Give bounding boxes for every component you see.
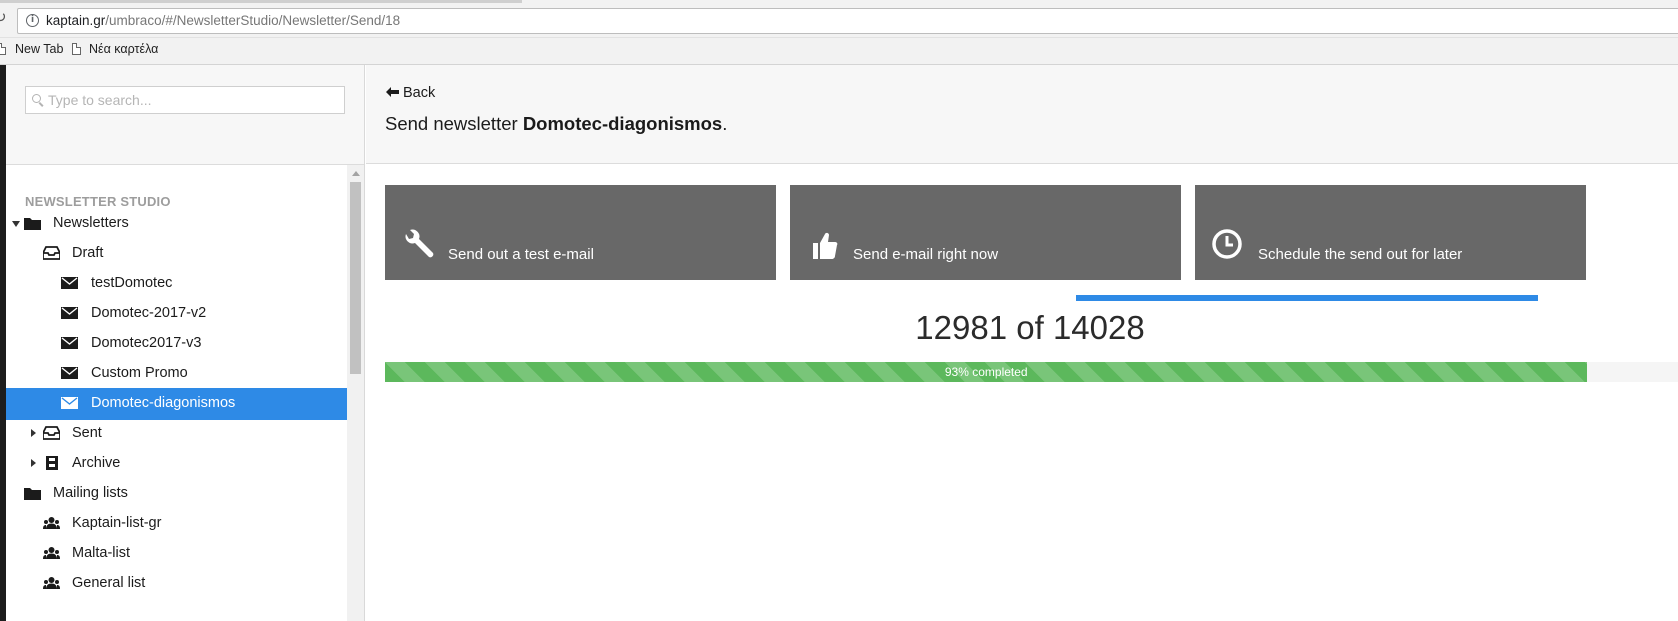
tree-item-domotec-diagonismos[interactable]: Domotec-diagonismos [6,388,347,420]
action-label: Schedule the send out for later [1258,246,1463,263]
of-word: of [1016,309,1044,346]
tree-item-domotec2017-v3[interactable]: Domotec2017-v3 [6,328,347,360]
info-icon[interactable]: i [26,14,39,27]
search-icon [32,94,41,103]
envelope-icon [61,337,78,349]
tree-item-label: Mailing lists [53,485,128,501]
tree-item-domotec-2017-v2[interactable]: Domotec-2017-v2 [6,298,347,330]
send-progress-bar: 93% completed [385,362,1678,382]
selected-action-indicator [1076,295,1538,301]
clock-icon [1212,229,1242,259]
tree-item-label: Malta-list [72,545,131,561]
tree-item-kaptain-list-gr[interactable]: Kaptain-list-gr [6,508,347,540]
thumbs-up-icon [813,232,838,259]
url-text[interactable]: kaptain.gr/umbraco/#/NewsletterStudio/Ne… [46,13,400,28]
envelope-icon [61,307,78,319]
url-path: /umbraco/#/NewsletterStudio/Newsletter/S… [105,13,401,28]
main-header: Back Send newsletter Domotec-diagonismos… [366,65,1678,164]
sent-count: 12981 [915,309,1008,346]
tree-item-mailing-lists[interactable]: Mailing lists [6,478,347,510]
tree-item-label: General list [72,575,146,591]
schedule-send-button[interactable]: Schedule the send out for later [1195,185,1586,280]
tree-item-draft[interactable]: Draft [6,238,347,270]
title-suffix: . [722,113,728,134]
send-email-now-button[interactable]: Send e-mail right now [790,185,1181,280]
envelope-icon [61,397,78,409]
tree-item-label: Domotec2017-v3 [91,335,202,351]
browser-tab-strip [0,0,522,3]
action-label: Send out a test e-mail [448,246,594,263]
users-icon [43,577,60,589]
search-input[interactable] [48,87,338,113]
tree-item-archive[interactable]: Archive [6,448,347,480]
tree-item-sent[interactable]: Sent [6,418,347,450]
address-bar[interactable]: i kaptain.gr/umbraco/#/NewsletterStudio/… [17,8,1678,34]
tree-item-label: Newsletters [53,215,129,231]
back-label: Back [403,85,436,101]
send-count: 12981 of 14028 [385,309,1675,347]
search-box[interactable] [25,86,345,114]
content-tree: NEWSLETTER STUDIO Newsletters Draft test… [6,165,347,621]
send-test-email-button[interactable]: Send out a test e-mail [385,185,776,280]
users-icon [43,547,60,559]
users-icon [43,517,60,529]
page-icon [72,43,81,55]
tree-item-testdomotec[interactable]: testDomotec [6,268,347,300]
scroll-up-arrow[interactable] [352,171,360,176]
inbox-icon [43,246,60,260]
folder-icon [24,488,41,500]
reload-icon[interactable]: ↻ [0,10,8,25]
caret-right-icon[interactable] [31,459,36,467]
tree-item-label: Domotec-2017-v2 [91,305,207,321]
tree-item-malta-list[interactable]: Malta-list [6,538,347,570]
back-link[interactable]: Back [386,85,435,101]
title-prefix: Send newsletter [385,113,523,134]
inbox-icon [43,426,60,440]
total-count: 14028 [1052,309,1145,346]
tree-item-label: Domotec-diagonismos [91,395,236,411]
tree-item-custom-promo[interactable]: Custom Promo [6,358,347,390]
bookmark-new-tab[interactable]: New Tab [15,42,63,56]
tree-item-label: Kaptain-list-gr [72,515,162,531]
tree-item-label: Custom Promo [91,365,188,381]
envelope-icon [61,367,78,379]
progress-fill: 93% completed [385,362,1588,382]
url-host: kaptain.gr [46,13,106,28]
bookmark-nea-kartela[interactable]: Νέα καρτέλα [89,42,158,56]
tree-item-label: testDomotec [91,275,173,291]
newsletter-name: Domotec-diagonismos [522,113,723,134]
back-arrow-icon [386,87,399,97]
tree-item-label: Archive [72,455,121,471]
action-label: Send e-mail right now [853,246,999,263]
envelope-icon [61,277,78,289]
caret-down-icon[interactable] [12,221,20,227]
tree-item-label: Sent [72,425,102,441]
folder-icon [24,218,41,230]
caret-right-icon[interactable] [31,429,36,437]
sidebar-scrollbar[interactable] [347,165,364,621]
tree-item-newsletters[interactable]: Newsletters [6,208,347,240]
sidebar: NEWSLETTER STUDIO Newsletters Draft test… [6,65,365,621]
tree-item-label: Draft [72,245,104,261]
tree-item-general-list[interactable]: General list [6,568,347,600]
archive-icon [46,456,58,470]
scroll-thumb[interactable] [350,182,361,374]
bookmarks-bar: New Tab Νέα καρτέλα [0,38,1678,65]
page-icon [0,43,6,55]
browser-address-row: ↻ i kaptain.gr/umbraco/#/NewsletterStudi… [0,0,1678,38]
wrench-icon [405,229,434,258]
page-title: Send newsletter Domotec-diagonismos. [385,113,727,135]
section-title: NEWSLETTER STUDIO [25,194,171,209]
progress-label: 93% completed [944,365,1028,379]
